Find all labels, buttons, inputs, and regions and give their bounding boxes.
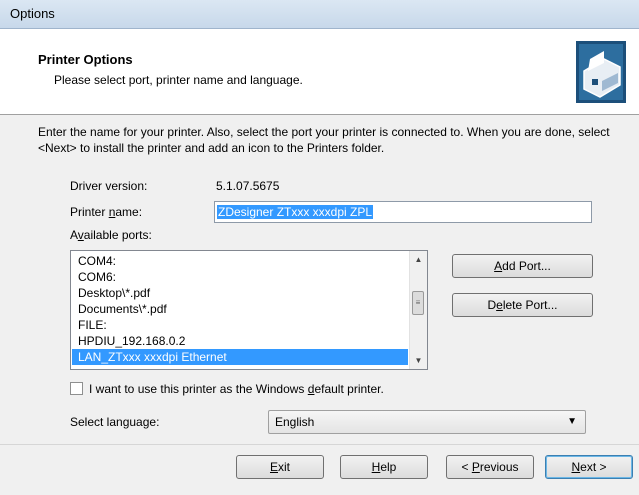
driver-version-value: 5.1.07.5675 [216,179,280,193]
select-language-label: Select language: [70,415,160,429]
list-item[interactable]: FILE: [72,317,408,333]
printer-name-input[interactable]: ZDesigner ZTxxx xxxdpi ZPL [214,201,592,223]
footer-separator [0,444,639,445]
options-dialog: Options Printer Options Please select po… [0,0,639,495]
list-item[interactable]: Documents\*.pdf [72,301,408,317]
ports-listbox[interactable]: COM4: COM6: Desktop\*.pdf Documents\*.pd… [70,250,428,370]
help-button[interactable]: Help [340,455,428,479]
title-bar: Options [0,0,639,29]
add-port-button[interactable]: Add Port... [452,254,593,278]
printer-icon [576,41,626,103]
previous-button[interactable]: < Previous [446,455,534,479]
window-title: Options [10,6,55,21]
available-ports-label: Available ports: [70,228,152,242]
driver-version-label: Driver version: [70,179,148,193]
scroll-thumb[interactable]: ≡ [412,291,424,315]
header-subtitle: Please select port, printer name and lan… [54,73,303,87]
delete-port-button[interactable]: Delete Port... [452,293,593,317]
printer-name-label: Printer name: [70,205,143,219]
default-printer-label: I want to use this printer as the Window… [89,382,384,396]
ports-scrollbar[interactable]: ▲ ≡ ▼ [409,251,427,369]
language-value: English [275,415,315,429]
scroll-up-icon[interactable]: ▲ [410,251,427,268]
next-button[interactable]: Next > [545,455,633,479]
list-item[interactable]: COM6: [72,269,408,285]
default-printer-checkbox[interactable] [70,382,83,395]
list-item[interactable]: COM4: [72,253,408,269]
dialog-header: Printer Options Please select port, prin… [0,29,639,115]
list-item-partial [72,365,408,369]
dropdown-arrow-icon: ▼ [567,416,577,427]
printer-name-value: ZDesigner ZTxxx xxxdpi ZPL [217,205,374,219]
header-title: Printer Options [38,52,133,67]
scroll-down-icon[interactable]: ▼ [410,352,427,369]
list-item[interactable]: HPDIU_192.168.0.2 [72,333,408,349]
list-item[interactable]: Desktop\*.pdf [72,285,408,301]
exit-button[interactable]: Exit [236,455,324,479]
language-select[interactable]: English ▼ [268,410,586,434]
list-item-selected[interactable]: LAN_ZTxxx xxxdpi Ethernet [72,349,408,365]
intro-text: Enter the name for your printer. Also, s… [38,125,610,155]
